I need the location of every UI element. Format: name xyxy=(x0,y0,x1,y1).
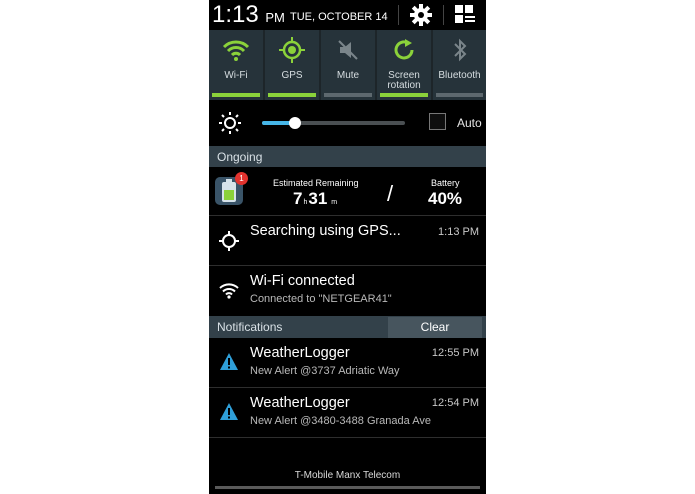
panel-drag-handle[interactable] xyxy=(215,486,480,489)
clock-ampm: PM xyxy=(265,10,285,25)
divider xyxy=(398,5,399,25)
separator-slash: / xyxy=(387,181,394,206)
toggle-label: Screen rotation xyxy=(387,70,421,91)
settings-gear-icon[interactable] xyxy=(409,3,433,27)
toggle-wifi[interactable]: Wi-Fi xyxy=(209,30,263,100)
wifi-notification[interactable]: Wi-Fi connected Connected to "NETGEAR41" xyxy=(209,266,486,315)
toggle-grid-icon[interactable] xyxy=(453,4,477,26)
notification-subtitle: New Alert @3737 Adriatic Way xyxy=(250,365,400,377)
toggle-indicator xyxy=(268,93,316,97)
notification-subtitle: Connected to "NETGEAR41" xyxy=(250,293,392,305)
status-bar: 1:13 PM TUE, OCTOBER 14 xyxy=(209,0,486,30)
battery-notification[interactable]: 1 Estimated Remaining 7h31 m / Battery 40… xyxy=(209,167,486,215)
alert-icon xyxy=(219,402,239,422)
estimated-remaining-value: 7h31 m xyxy=(293,189,338,209)
carrier-label: T-Mobile Manx Telecom xyxy=(294,470,401,481)
bluetooth-icon xyxy=(433,36,486,64)
gps-notification[interactable]: Searching using GPS... 1:13 PM xyxy=(209,216,486,265)
alert-icon xyxy=(219,352,239,372)
hours-unit: h xyxy=(303,199,308,206)
brightness-slider-thumb[interactable] xyxy=(288,117,301,129)
divider xyxy=(209,437,486,438)
clear-button[interactable]: Clear xyxy=(388,317,482,338)
battery-label: Battery xyxy=(431,178,460,188)
toggle-label: GPS xyxy=(281,70,303,81)
hours-value: 7 xyxy=(293,189,303,208)
ongoing-header: Ongoing xyxy=(209,146,486,167)
brightness-row: Auto xyxy=(209,100,486,146)
notification-subtitle: New Alert @3480-3488 Granada Ave xyxy=(250,415,431,427)
minutes-unit: m xyxy=(331,199,338,206)
quick-settings-toggles: Wi-Fi GPS Mute Screen rotation Bluetooth xyxy=(209,30,486,100)
notification-time: 12:55 PM xyxy=(431,347,479,359)
date-label: TUE, OCTOBER 14 xyxy=(290,11,388,23)
notification-title: WeatherLogger xyxy=(250,395,350,411)
toggle-indicator xyxy=(436,93,483,97)
list-item[interactable]: WeatherLogger New Alert @3737 Adriatic W… xyxy=(209,338,486,387)
mute-icon xyxy=(321,36,375,64)
brightness-slider[interactable] xyxy=(262,117,405,129)
notification-title: Wi-Fi connected xyxy=(250,273,355,289)
wifi-icon xyxy=(209,36,263,64)
toggle-label: Bluetooth xyxy=(438,70,481,81)
divider xyxy=(443,5,444,25)
toggle-gps[interactable]: GPS xyxy=(265,30,319,100)
notification-title: Searching using GPS... xyxy=(250,223,401,239)
gps-icon xyxy=(265,36,319,64)
toggle-bluetooth[interactable]: Bluetooth xyxy=(433,30,486,100)
notification-title: WeatherLogger xyxy=(250,345,350,361)
toggle-label: Mute xyxy=(336,70,360,81)
rotation-icon xyxy=(377,36,431,64)
toggle-mute[interactable]: Mute xyxy=(321,30,375,100)
toggle-screen-rotation[interactable]: Screen rotation xyxy=(377,30,431,100)
toggle-indicator xyxy=(380,93,428,97)
section-title: Notifications xyxy=(217,320,283,334)
notification-time: 1:13 PM xyxy=(438,226,479,238)
list-item[interactable]: WeatherLogger New Alert @3480-3488 Grana… xyxy=(209,388,486,437)
notification-time: 12:54 PM xyxy=(431,397,479,409)
brightness-icon xyxy=(219,112,241,134)
toggle-indicator xyxy=(324,93,372,97)
clock-time: 1:13 xyxy=(212,1,259,28)
notification-panel: 1:13 PM TUE, OCTOBER 14 Wi-Fi GPS Mute S… xyxy=(209,0,486,494)
toggle-indicator xyxy=(212,93,260,97)
toggle-label: Wi-Fi xyxy=(224,70,248,81)
section-title: Ongoing xyxy=(217,150,263,164)
auto-brightness-label: Auto xyxy=(457,116,482,130)
minutes-value: 31 xyxy=(308,189,328,208)
wifi-icon xyxy=(219,281,239,301)
gps-crosshair-icon xyxy=(219,231,239,251)
battery-percentage: 40% xyxy=(428,189,463,208)
auto-brightness-checkbox[interactable] xyxy=(429,113,446,130)
clock: 1:13 PM xyxy=(212,2,285,31)
notification-count-badge: 1 xyxy=(235,172,248,185)
estimated-remaining-label: Estimated Remaining xyxy=(273,178,359,188)
